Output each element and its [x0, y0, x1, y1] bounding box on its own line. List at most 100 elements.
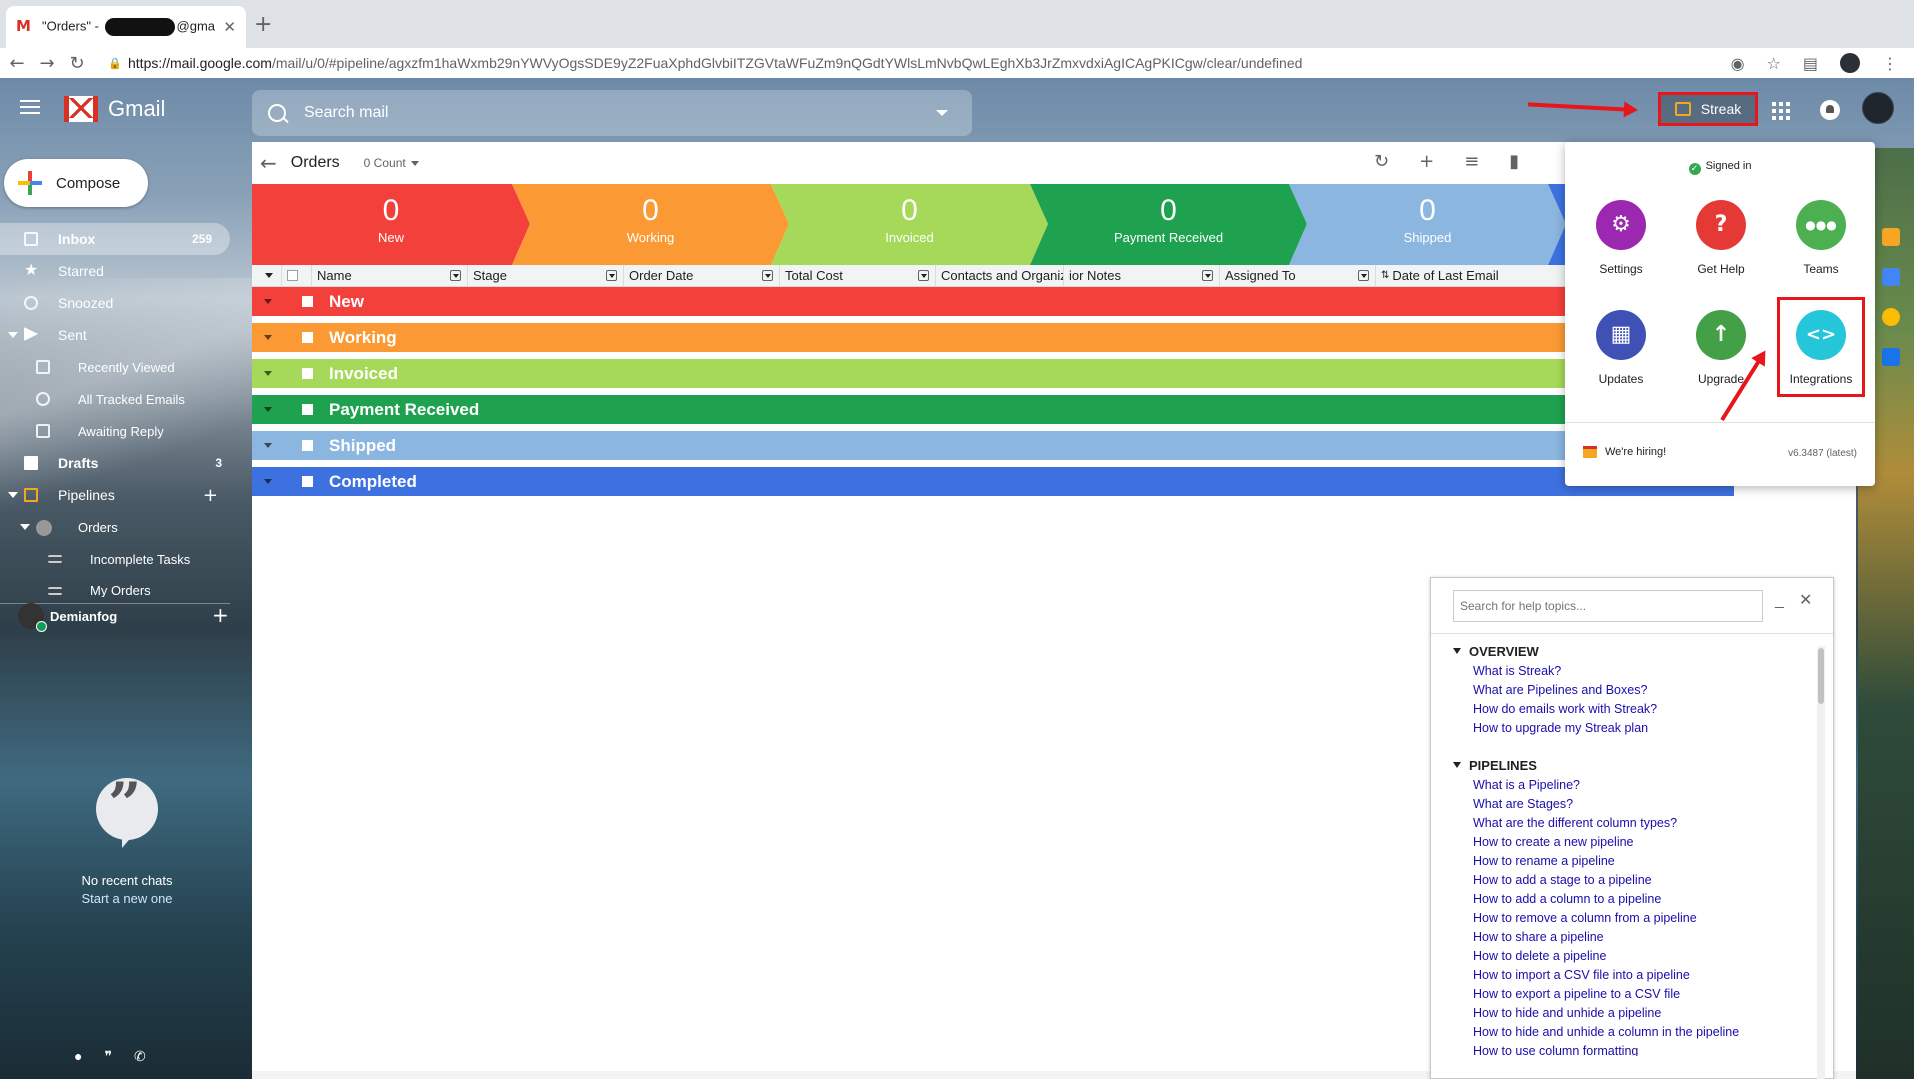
help-scrollbar[interactable] — [1817, 646, 1825, 1079]
filter-icon[interactable]: ≡ — [1464, 151, 1479, 172]
checkbox[interactable] — [302, 296, 313, 307]
help-link[interactable]: What are Pipelines and Boxes? — [1453, 683, 1803, 702]
sidebar-item-my-orders[interactable]: My Orders — [0, 575, 240, 597]
calendar-icon[interactable] — [1882, 268, 1900, 286]
tasks-icon[interactable] — [1882, 348, 1900, 366]
get-help-button[interactable]: ? Get Help — [1671, 200, 1771, 276]
addon-orange-icon[interactable] — [1882, 228, 1900, 246]
bookmark-star-icon[interactable]: ☆ — [1767, 54, 1781, 73]
hangouts-user[interactable]: Demianfog — [18, 603, 117, 632]
sidebar-item-recently-viewed[interactable]: Recently Viewed — [0, 351, 240, 383]
collapse-all-toggle[interactable] — [252, 264, 282, 287]
help-link[interactable]: What are Stages? — [1453, 797, 1803, 816]
help-link[interactable]: How to add a column to a pipeline — [1453, 892, 1803, 911]
group-row-completed[interactable]: Completed — [252, 467, 1734, 496]
tab-close-icon[interactable]: ✕ — [223, 18, 236, 36]
column-menu-icon[interactable] — [918, 269, 929, 281]
menu-dots-icon[interactable]: ⋮ — [1882, 54, 1898, 73]
updates-button[interactable]: ▦ Updates — [1571, 310, 1671, 386]
help-section-overview[interactable]: OVERVIEW — [1453, 644, 1803, 664]
column-assigned-to[interactable]: Assigned To — [1220, 264, 1376, 287]
sidebar-item-awaiting-reply[interactable]: Awaiting Reply — [0, 415, 240, 447]
column-menu-icon[interactable] — [606, 269, 617, 281]
add-icon[interactable]: + — [1419, 151, 1434, 172]
group-row-new[interactable]: New — [252, 287, 1734, 316]
checkbox[interactable] — [302, 332, 313, 343]
help-link[interactable]: How to share a pipeline — [1453, 930, 1803, 949]
expand-caret-icon[interactable] — [264, 479, 272, 484]
checkbox[interactable] — [302, 476, 313, 487]
expand-caret-icon[interactable] — [8, 332, 18, 338]
group-row-working[interactable]: Working — [252, 323, 1734, 352]
person-icon[interactable]: ● — [74, 1048, 82, 1065]
column-menu-icon[interactable] — [1202, 269, 1213, 281]
streak-button[interactable]: Streak — [1658, 92, 1758, 126]
gmail-logo[interactable]: Gmail — [64, 96, 165, 122]
sidebar-item-orders[interactable]: Orders — [0, 511, 240, 543]
help-link[interactable]: How to rename a pipeline — [1453, 854, 1803, 873]
search-mail-box[interactable]: Search mail — [252, 90, 972, 136]
back-arrow-icon[interactable]: ← — [260, 151, 277, 175]
expand-caret-icon[interactable] — [20, 524, 30, 530]
select-all-checkbox[interactable] — [282, 264, 312, 287]
sidebar-item-incomplete-tasks[interactable]: Incomplete Tasks — [0, 543, 240, 575]
help-link[interactable]: What is Streak? — [1453, 664, 1803, 683]
checkbox[interactable] — [287, 270, 298, 281]
help-link[interactable]: How to add a stage to a pipeline — [1453, 873, 1803, 892]
new-tab-button[interactable]: + — [254, 12, 272, 37]
start-new-chat-link[interactable]: Start a new one — [0, 891, 254, 906]
apps-grid-icon[interactable] — [1772, 102, 1790, 120]
help-link[interactable]: How to delete a pipeline — [1453, 949, 1803, 968]
sidebar-item-drafts[interactable]: Drafts 3 — [0, 447, 240, 479]
keep-icon[interactable] — [1882, 308, 1900, 326]
sidebar-item-inbox[interactable]: Inbox 259 — [0, 223, 230, 255]
expand-caret-icon[interactable] — [264, 443, 272, 448]
back-button[interactable]: ← — [2, 53, 32, 74]
minimize-icon[interactable]: _ — [1775, 592, 1784, 610]
help-link[interactable]: How to export a pipeline to a CSV file — [1453, 987, 1803, 1006]
profile-avatar[interactable] — [1840, 53, 1860, 73]
help-link[interactable]: How to create a new pipeline — [1453, 835, 1803, 854]
help-search-input[interactable]: Search for help topics... — [1453, 590, 1763, 622]
expand-caret-icon[interactable] — [264, 407, 272, 412]
extension-icon[interactable]: ▤ — [1803, 54, 1818, 73]
column-name[interactable]: Name — [312, 264, 468, 287]
account-avatar[interactable] — [1862, 92, 1894, 124]
forward-button[interactable]: → — [32, 53, 62, 74]
settings-button[interactable]: ⚙ Settings — [1571, 200, 1671, 276]
checkbox[interactable] — [302, 368, 313, 379]
column-stage[interactable]: Stage — [468, 264, 624, 287]
notifications-icon[interactable] — [1820, 100, 1840, 120]
hiring-link[interactable]: We're hiring! — [1583, 446, 1666, 458]
url-field[interactable]: 🔒 https://mail.google.com/mail/u/0/#pipe… — [108, 51, 1888, 75]
main-menu-icon[interactable] — [20, 100, 40, 118]
chat-icon[interactable]: ❞ — [104, 1048, 112, 1065]
checkbox[interactable] — [302, 404, 313, 415]
compose-button[interactable]: Compose — [4, 159, 148, 207]
column-date-last-email[interactable]: ⇅ Date of Last Email — [1376, 265, 1512, 287]
column-notes[interactable]: ior Notes — [1064, 264, 1220, 287]
help-link[interactable]: How to upgrade my Streak plan — [1453, 721, 1803, 740]
phone-icon[interactable]: ✆ — [134, 1048, 146, 1065]
sidebar-item-pipelines[interactable]: Pipelines + — [0, 479, 240, 511]
count-dropdown[interactable]: 0 Count — [364, 156, 419, 170]
help-section-pipelines[interactable]: PIPELINES — [1453, 758, 1803, 778]
teams-button[interactable]: ●●● Teams — [1771, 200, 1871, 276]
sidebar-item-sent[interactable]: Sent — [0, 319, 240, 351]
help-link[interactable]: How to use column formatting — [1453, 1044, 1803, 1056]
close-icon[interactable]: ✕ — [1799, 590, 1812, 609]
new-chat-icon[interactable]: + — [212, 603, 229, 627]
expand-caret-icon[interactable] — [264, 299, 272, 304]
column-menu-icon[interactable] — [1358, 269, 1369, 281]
help-link[interactable]: What are the different column types? — [1453, 816, 1803, 835]
column-menu-icon[interactable] — [762, 269, 773, 281]
expand-caret-icon[interactable] — [8, 492, 18, 498]
reload-button[interactable]: ↻ — [62, 53, 92, 74]
refresh-icon[interactable]: ↻ — [1374, 151, 1389, 172]
help-link[interactable]: How do emails work with Streak? — [1453, 702, 1803, 721]
column-contacts[interactable]: Contacts and Organiz — [936, 264, 1064, 287]
sidebar-item-all-tracked-emails[interactable]: All Tracked Emails — [0, 383, 240, 415]
group-row-shipped[interactable]: Shipped — [252, 431, 1734, 460]
expand-caret-icon[interactable] — [264, 371, 272, 376]
checkbox[interactable] — [302, 440, 313, 451]
